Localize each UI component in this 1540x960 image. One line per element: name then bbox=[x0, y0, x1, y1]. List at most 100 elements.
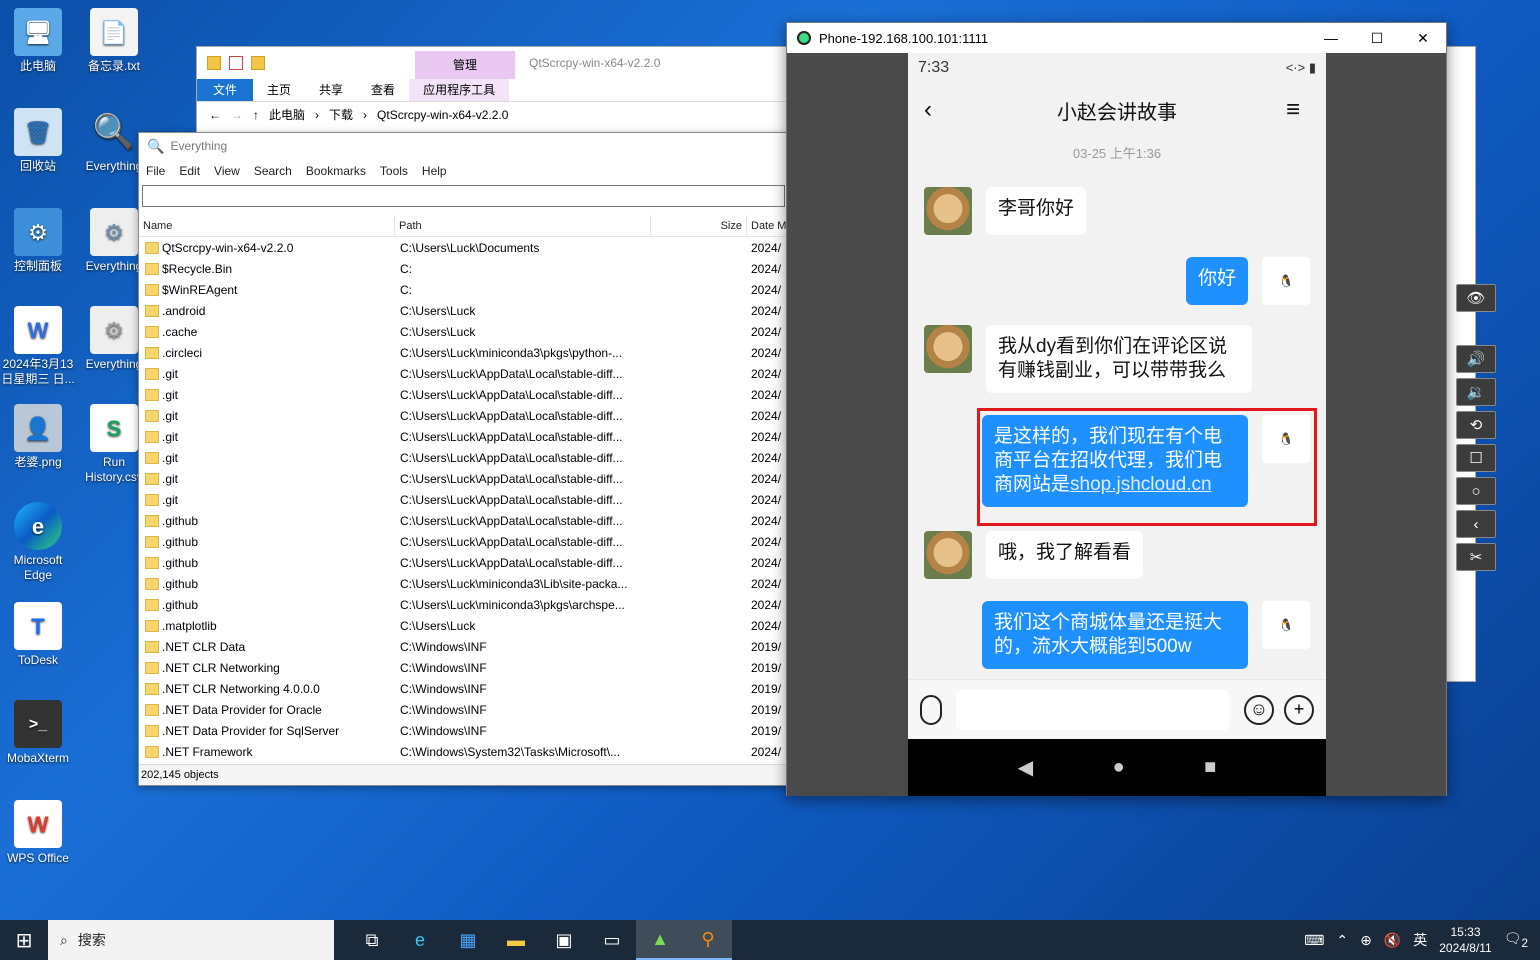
qq-penguin-avatar-icon[interactable]: 🐧 bbox=[1262, 257, 1310, 305]
network-icon[interactable]: ⊕ bbox=[1360, 932, 1372, 949]
message-bubble[interactable]: 我从dy看到你们在评论区说有赚钱副业，可以带带我么 bbox=[986, 325, 1252, 393]
desktop-icon-mobaxterm[interactable]: >_ MobaXterm bbox=[0, 700, 76, 766]
properties-icon[interactable] bbox=[229, 56, 243, 70]
table-row[interactable]: .git C:\Users\Luck\AppData\Local\stable-d… bbox=[139, 447, 789, 468]
eye-toggle-icon[interactable]: 👁 bbox=[1456, 284, 1496, 312]
everything-icon[interactable]: ⚲ bbox=[684, 920, 732, 960]
table-row[interactable]: .git C:\Users\Luck\AppData\Local\stable-d… bbox=[139, 426, 789, 447]
forward-arrow-icon[interactable]: → bbox=[231, 108, 243, 122]
desktop-icon-image[interactable]: 👤 老婆.png bbox=[0, 404, 76, 470]
menu-edit[interactable]: Edit bbox=[179, 164, 200, 178]
task-view-icon[interactable]: ⧉ bbox=[348, 920, 396, 960]
table-row[interactable]: .matplotlib C:\Users\Luck 2024/ bbox=[139, 615, 789, 636]
tab-file[interactable]: 文件 bbox=[197, 79, 254, 101]
keyboard-icon[interactable]: ⌨ bbox=[1304, 932, 1324, 949]
menu-help[interactable]: Help bbox=[422, 164, 447, 178]
breadcrumb-item[interactable]: 此电脑 bbox=[269, 106, 305, 123]
notification-center-icon[interactable]: 🗨2 bbox=[1504, 930, 1528, 950]
new-folder-icon[interactable] bbox=[251, 56, 265, 70]
breadcrumb-item[interactable]: 下载 bbox=[329, 106, 353, 123]
table-row[interactable]: .github C:\Users\Luck\miniconda3\Lib\site… bbox=[139, 573, 789, 594]
table-row[interactable]: .git C:\Users\Luck\AppData\Local\stable-d… bbox=[139, 363, 789, 384]
desktop-icon-memo[interactable]: 📄 备忘录.txt bbox=[76, 8, 152, 74]
table-row[interactable]: .NET CLR Networking 4.0.0.0 C:\Windows\IN… bbox=[139, 678, 789, 699]
table-row[interactable]: .NET Data Provider for SqlServer C:\Windo… bbox=[139, 720, 789, 741]
nav-recents-icon[interactable]: ■ bbox=[1204, 756, 1216, 779]
close-icon[interactable]: ✕ bbox=[1400, 23, 1446, 53]
store-icon[interactable]: ▦ bbox=[444, 920, 492, 960]
column-date[interactable]: Date M bbox=[747, 215, 789, 236]
desktop-icon-this-pc[interactable]: 🖥 此电脑 bbox=[0, 8, 76, 74]
menu-bookmarks[interactable]: Bookmarks bbox=[306, 164, 366, 178]
clock[interactable]: 15:33 2024/8/11 bbox=[1439, 924, 1492, 956]
tab-app-tools[interactable]: 应用程序工具 bbox=[409, 79, 510, 101]
circle-icon[interactable]: ○ bbox=[1456, 477, 1496, 505]
nav-back-icon[interactable]: ◀ bbox=[1018, 755, 1033, 780]
tab-share[interactable]: 共享 bbox=[305, 79, 357, 101]
table-row[interactable]: .NET CLR Networking C:\Windows\INF 2019/ bbox=[139, 657, 789, 678]
message-input[interactable] bbox=[956, 689, 1230, 730]
table-row[interactable]: .NET Framework C:\Windows\System32\Tasks\… bbox=[139, 741, 789, 762]
column-size[interactable]: Size bbox=[651, 215, 747, 236]
file-explorer-window[interactable]: 管理 QtScrcpy-win-x64-v2.2.0 文件 主页 共享 查看 应… bbox=[196, 46, 796, 136]
phone-mirror-window[interactable]: Phone-192.168.100.101:1111 — ☐ ✕ 7:33 <·… bbox=[786, 22, 1447, 796]
table-row[interactable]: .git C:\Users\Luck\AppData\Local\stable-d… bbox=[139, 489, 789, 510]
avatar[interactable] bbox=[924, 325, 972, 373]
rotate-icon[interactable]: ⟲ bbox=[1456, 411, 1496, 439]
scissors-icon[interactable]: ✂ bbox=[1456, 543, 1496, 571]
file-explorer-icon[interactable]: ▬ bbox=[492, 920, 540, 960]
message-bubble[interactable]: 哦，我了解看看 bbox=[986, 531, 1144, 579]
plus-icon[interactable]: + bbox=[1284, 694, 1314, 725]
volume-down-icon[interactable]: 🔉 bbox=[1456, 378, 1496, 406]
phone-screen[interactable]: 7:33 <·> ▮ ‹ 小赵会讲故事 ≡ 03-25 上午1:36 李哥你好 … bbox=[908, 53, 1326, 796]
table-row[interactable]: .github C:\Users\Luck\AppData\Local\stabl… bbox=[139, 552, 789, 573]
table-row[interactable]: $Recycle.Bin C: 2024/ bbox=[139, 258, 789, 279]
qq-penguin-avatar-icon[interactable]: 🐧 bbox=[1262, 601, 1310, 649]
menu-tools[interactable]: Tools bbox=[380, 164, 408, 178]
address-bar[interactable]: ← → ↑ 此电脑 › 下载 › QtScrcpy-win-x64-v2.2.0 bbox=[197, 101, 795, 127]
message-bubble[interactable]: 你好 bbox=[1185, 257, 1248, 305]
back-arrow-icon[interactable]: ← bbox=[209, 108, 221, 122]
tab-home[interactable]: 主页 bbox=[253, 79, 305, 101]
table-row[interactable]: .android C:\Users\Luck 2024/ bbox=[139, 300, 789, 321]
table-row[interactable]: .github C:\Users\Luck\miniconda3\pkgs\arc… bbox=[139, 594, 789, 615]
message-bubble[interactable]: 我们这个商城体量还是挺大的，流水大概能到500w bbox=[982, 601, 1248, 669]
desktop-icon-control-panel[interactable]: ⚙ 控制面板 bbox=[0, 208, 76, 274]
table-row[interactable]: .git C:\Users\Luck\AppData\Local\stable-d… bbox=[139, 405, 789, 426]
ime-indicator[interactable]: 英 bbox=[1413, 930, 1427, 950]
folder-icon[interactable] bbox=[207, 56, 221, 70]
mobaxterm-icon[interactable]: ▣ bbox=[540, 920, 588, 960]
windows-start-icon[interactable]: ⊞ bbox=[0, 928, 48, 953]
menu-view[interactable]: View bbox=[214, 164, 240, 178]
breadcrumb-item[interactable]: QtScrcpy-win-x64-v2.2.0 bbox=[377, 108, 508, 122]
search-input[interactable] bbox=[142, 185, 785, 207]
table-row[interactable]: .git C:\Users\Luck\AppData\Local\stable-d… bbox=[139, 384, 789, 405]
microphone-icon[interactable]: ​ bbox=[920, 694, 942, 725]
table-row[interactable]: .cache C:\Users\Luck 2024/ bbox=[139, 321, 789, 342]
square-icon[interactable]: ☐ bbox=[1456, 444, 1496, 472]
minimize-icon[interactable]: — bbox=[1308, 23, 1354, 53]
table-row[interactable]: .circleci C:\Users\Luck\miniconda3\pkgs\p… bbox=[139, 342, 789, 363]
back-icon[interactable]: ‹ bbox=[924, 96, 948, 124]
volume-up-icon[interactable]: 🔊 bbox=[1456, 345, 1496, 373]
avatar[interactable] bbox=[924, 531, 972, 579]
android-qtscrcpy-icon[interactable]: ▲ bbox=[636, 920, 684, 960]
table-row[interactable]: .git C:\Users\Luck\AppData\Local\stable-d… bbox=[139, 468, 789, 489]
emoji-icon[interactable]: ☺ bbox=[1244, 694, 1274, 725]
up-arrow-icon[interactable]: ↑ bbox=[253, 108, 259, 122]
taskbar-search[interactable]: ⌕ 搜索 bbox=[48, 920, 334, 960]
manage-tab[interactable]: 管理 bbox=[415, 51, 515, 79]
table-row[interactable]: QtScrcpy-win-x64-v2.2.0 C:\Users\Luck\Doc… bbox=[139, 237, 789, 258]
desktop-icon-wps[interactable]: W WPS Office bbox=[0, 800, 76, 866]
menu-file[interactable]: File bbox=[146, 164, 165, 178]
maximize-icon[interactable]: ☐ bbox=[1354, 23, 1400, 53]
nav-home-icon[interactable]: ● bbox=[1113, 756, 1125, 779]
desktop-icon-recycle-bin[interactable]: 🗑 回收站 bbox=[0, 108, 76, 174]
menu-search[interactable]: Search bbox=[254, 164, 292, 178]
desktop-icon-edge[interactable]: e Microsoft Edge bbox=[0, 502, 76, 583]
table-row[interactable]: .github C:\Users\Luck\AppData\Local\stabl… bbox=[139, 531, 789, 552]
column-path[interactable]: Path bbox=[395, 215, 651, 236]
edge-icon[interactable]: e bbox=[396, 920, 444, 960]
desktop-icon-doc[interactable]: W 2024年3月13日星期三 日... bbox=[0, 306, 76, 387]
table-row[interactable]: $WinREAgent C: 2024/ bbox=[139, 279, 789, 300]
